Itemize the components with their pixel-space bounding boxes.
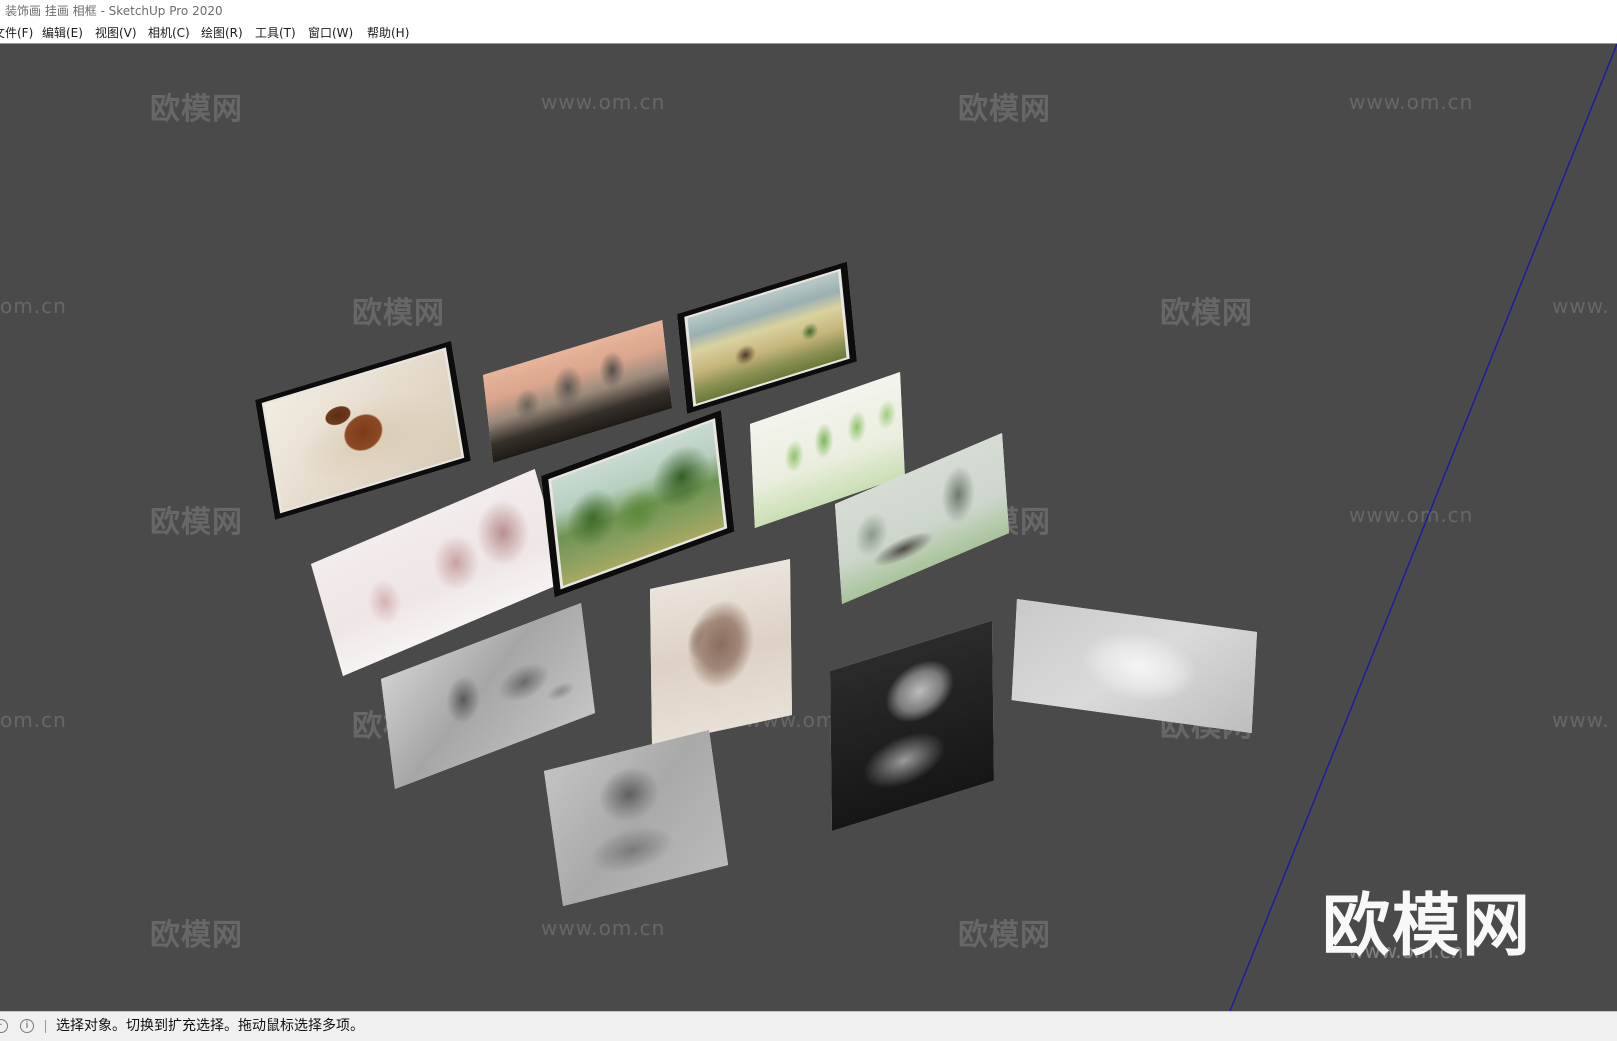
- menu-window[interactable]: 窗口(W): [305, 22, 356, 43]
- menu-edit[interactable]: 编辑(E): [39, 22, 86, 43]
- status-bar: · i 选择对象。切换到扩充选择。拖动鼠标选择多项。: [0, 1011, 1617, 1041]
- geolocation-icon[interactable]: ·: [0, 1019, 8, 1033]
- menu-bar: 文件(F) 编辑(E) 视图(V) 相机(C) 绘图(R) 工具(T) 窗口(W…: [0, 22, 1617, 44]
- menu-file[interactable]: 文件(F): [0, 22, 36, 43]
- menu-view[interactable]: 视图(V): [92, 22, 140, 43]
- status-divider: [45, 1020, 46, 1033]
- blue-axis-line: [1229, 44, 1617, 1011]
- window-title: 装饰画 挂画 相框 - SketchUp Pro 2020: [0, 0, 1617, 22]
- info-icon[interactable]: i: [20, 1019, 34, 1033]
- model-viewport[interactable]: 欧模网 www.om.cn 欧模网 www.om.cn om.cn 欧模网 欧模…: [0, 44, 1617, 1011]
- menu-help[interactable]: 帮助(H): [364, 22, 412, 43]
- menu-draw[interactable]: 绘图(R): [198, 22, 246, 43]
- menu-camera[interactable]: 相机(C): [145, 22, 193, 43]
- picture-portrait-sketch[interactable]: [650, 559, 792, 746]
- status-message: 选择对象。切换到扩充选择。拖动鼠标选择多项。: [56, 1018, 364, 1034]
- watermark-url: www.om.cn: [1348, 939, 1464, 963]
- menu-tools[interactable]: 工具(T): [252, 22, 299, 43]
